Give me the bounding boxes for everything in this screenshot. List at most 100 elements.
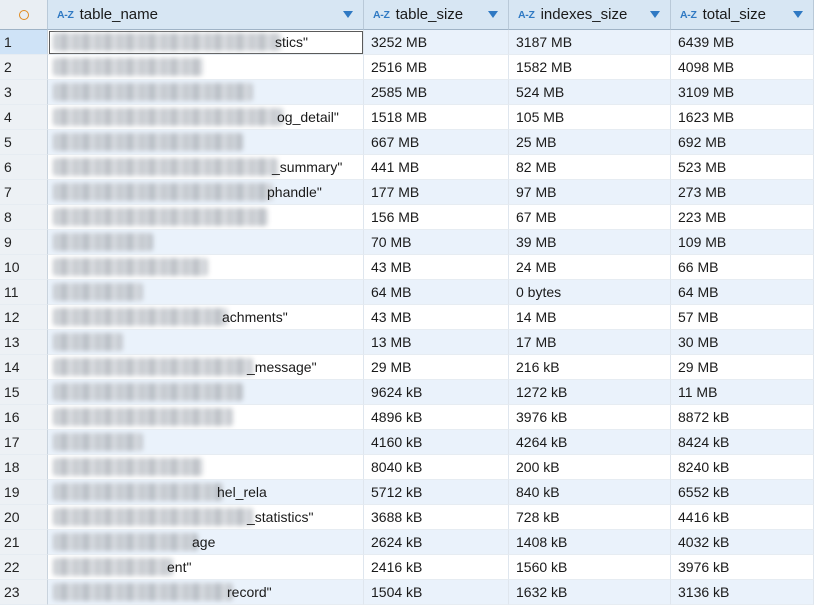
cell-indexes-size[interactable]: 1582 MB <box>509 55 671 80</box>
column-header-indexes-size[interactable]: A-Z indexes_size <box>509 0 671 30</box>
table-row[interactable]: 3 2585 MB 524 MB 3109 MB <box>0 80 814 105</box>
cell-table-name[interactable]: record" <box>48 580 364 605</box>
column-header-table-size[interactable]: A-Z table_size <box>364 0 509 30</box>
cell-indexes-size[interactable]: 67 MB <box>509 205 671 230</box>
cell-table-name[interactable]: hel_rela <box>48 480 364 505</box>
row-number[interactable]: 11 <box>0 280 48 305</box>
cell-total-size[interactable]: 523 MB <box>671 155 814 180</box>
sort-triangle-icon[interactable] <box>650 11 660 18</box>
cell-table-size[interactable]: 2585 MB <box>364 80 509 105</box>
cell-indexes-size[interactable]: 1632 kB <box>509 580 671 605</box>
cell-indexes-size[interactable]: 14 MB <box>509 305 671 330</box>
table-row[interactable]: 1 stics" 3252 MB 3187 MB 6439 MB <box>0 30 814 55</box>
cell-indexes-size[interactable]: 82 MB <box>509 155 671 180</box>
cell-total-size[interactable]: 223 MB <box>671 205 814 230</box>
row-number[interactable]: 4 <box>0 105 48 130</box>
row-number[interactable]: 23 <box>0 580 48 605</box>
cell-table-name[interactable]: age <box>48 530 364 555</box>
cell-total-size[interactable]: 1623 MB <box>671 105 814 130</box>
cell-total-size[interactable]: 3109 MB <box>671 80 814 105</box>
cell-total-size[interactable]: 8872 kB <box>671 405 814 430</box>
table-row[interactable]: 13 13 MB 17 MB 30 MB <box>0 330 814 355</box>
cell-total-size[interactable]: 4032 kB <box>671 530 814 555</box>
table-row[interactable]: 7 phandle" 177 MB 97 MB 273 MB <box>0 180 814 205</box>
cell-total-size[interactable]: 8240 kB <box>671 455 814 480</box>
cell-table-name[interactable] <box>48 430 364 455</box>
cell-total-size[interactable]: 109 MB <box>671 230 814 255</box>
table-row[interactable]: 10 43 MB 24 MB 66 MB <box>0 255 814 280</box>
row-number[interactable]: 15 <box>0 380 48 405</box>
table-row[interactable]: 6 _summary" 441 MB 82 MB 523 MB <box>0 155 814 180</box>
sort-triangle-icon[interactable] <box>488 11 498 18</box>
cell-table-size[interactable]: 667 MB <box>364 130 509 155</box>
cell-indexes-size[interactable]: 17 MB <box>509 330 671 355</box>
cell-table-size[interactable]: 3688 kB <box>364 505 509 530</box>
row-number[interactable]: 9 <box>0 230 48 255</box>
cell-total-size[interactable]: 8424 kB <box>671 430 814 455</box>
cell-total-size[interactable]: 30 MB <box>671 330 814 355</box>
cell-table-name[interactable] <box>48 330 364 355</box>
cell-indexes-size[interactable]: 39 MB <box>509 230 671 255</box>
table-row[interactable]: 8 156 MB 67 MB 223 MB <box>0 205 814 230</box>
cell-table-size[interactable]: 177 MB <box>364 180 509 205</box>
cell-table-name[interactable]: og_detail" <box>48 105 364 130</box>
cell-indexes-size[interactable]: 728 kB <box>509 505 671 530</box>
row-number[interactable]: 7 <box>0 180 48 205</box>
cell-total-size[interactable]: 4416 kB <box>671 505 814 530</box>
cell-indexes-size[interactable]: 1272 kB <box>509 380 671 405</box>
cell-table-size[interactable]: 29 MB <box>364 355 509 380</box>
cell-table-size[interactable]: 2516 MB <box>364 55 509 80</box>
select-all-corner[interactable] <box>0 0 48 30</box>
row-number[interactable]: 3 <box>0 80 48 105</box>
cell-table-name[interactable] <box>48 80 364 105</box>
cell-table-name[interactable]: stics" <box>48 30 364 55</box>
cell-table-size[interactable]: 1518 MB <box>364 105 509 130</box>
table-row[interactable]: 17 4160 kB 4264 kB 8424 kB <box>0 430 814 455</box>
cell-total-size[interactable]: 3136 kB <box>671 580 814 605</box>
cell-total-size[interactable]: 66 MB <box>671 255 814 280</box>
row-number[interactable]: 20 <box>0 505 48 530</box>
row-number[interactable]: 1 <box>0 30 48 55</box>
table-row[interactable]: 16 4896 kB 3976 kB 8872 kB <box>0 405 814 430</box>
cell-table-name[interactable]: _statistics" <box>48 505 364 530</box>
cell-table-name[interactable]: phandle" <box>48 180 364 205</box>
cell-indexes-size[interactable]: 216 kB <box>509 355 671 380</box>
cell-table-size[interactable]: 1504 kB <box>364 580 509 605</box>
cell-table-size[interactable]: 9624 kB <box>364 380 509 405</box>
table-row[interactable]: 20 _statistics" 3688 kB 728 kB 4416 kB <box>0 505 814 530</box>
table-row[interactable]: 9 70 MB 39 MB 109 MB <box>0 230 814 255</box>
table-row[interactable]: 21 age 2624 kB 1408 kB 4032 kB <box>0 530 814 555</box>
cell-table-size[interactable]: 2416 kB <box>364 555 509 580</box>
table-row[interactable]: 19 hel_rela 5712 kB 840 kB 6552 kB <box>0 480 814 505</box>
cell-table-name[interactable] <box>48 205 364 230</box>
table-row[interactable]: 18 8040 kB 200 kB 8240 kB <box>0 455 814 480</box>
cell-total-size[interactable]: 273 MB <box>671 180 814 205</box>
cell-indexes-size[interactable]: 1560 kB <box>509 555 671 580</box>
cell-table-name[interactable]: _message" <box>48 355 364 380</box>
cell-indexes-size[interactable]: 840 kB <box>509 480 671 505</box>
cell-table-name[interactable] <box>48 255 364 280</box>
cell-table-size[interactable]: 64 MB <box>364 280 509 305</box>
cell-total-size[interactable]: 29 MB <box>671 355 814 380</box>
cell-indexes-size[interactable]: 4264 kB <box>509 430 671 455</box>
row-number[interactable]: 5 <box>0 130 48 155</box>
row-number[interactable]: 19 <box>0 480 48 505</box>
sort-triangle-icon[interactable] <box>343 11 353 18</box>
cell-table-name[interactable] <box>48 405 364 430</box>
sort-triangle-icon[interactable] <box>793 11 803 18</box>
cell-table-size[interactable]: 4896 kB <box>364 405 509 430</box>
cell-indexes-size[interactable]: 0 bytes <box>509 280 671 305</box>
table-row[interactable]: 15 9624 kB 1272 kB 11 MB <box>0 380 814 405</box>
row-number[interactable]: 10 <box>0 255 48 280</box>
cell-indexes-size[interactable]: 3976 kB <box>509 405 671 430</box>
cell-indexes-size[interactable]: 1408 kB <box>509 530 671 555</box>
table-row[interactable]: 14 _message" 29 MB 216 kB 29 MB <box>0 355 814 380</box>
row-number[interactable]: 16 <box>0 405 48 430</box>
cell-table-name[interactable] <box>48 380 364 405</box>
cell-table-size[interactable]: 13 MB <box>364 330 509 355</box>
cell-table-name[interactable] <box>48 280 364 305</box>
row-number[interactable]: 22 <box>0 555 48 580</box>
cell-indexes-size[interactable]: 25 MB <box>509 130 671 155</box>
table-row[interactable]: 5 667 MB 25 MB 692 MB <box>0 130 814 155</box>
cell-total-size[interactable]: 64 MB <box>671 280 814 305</box>
